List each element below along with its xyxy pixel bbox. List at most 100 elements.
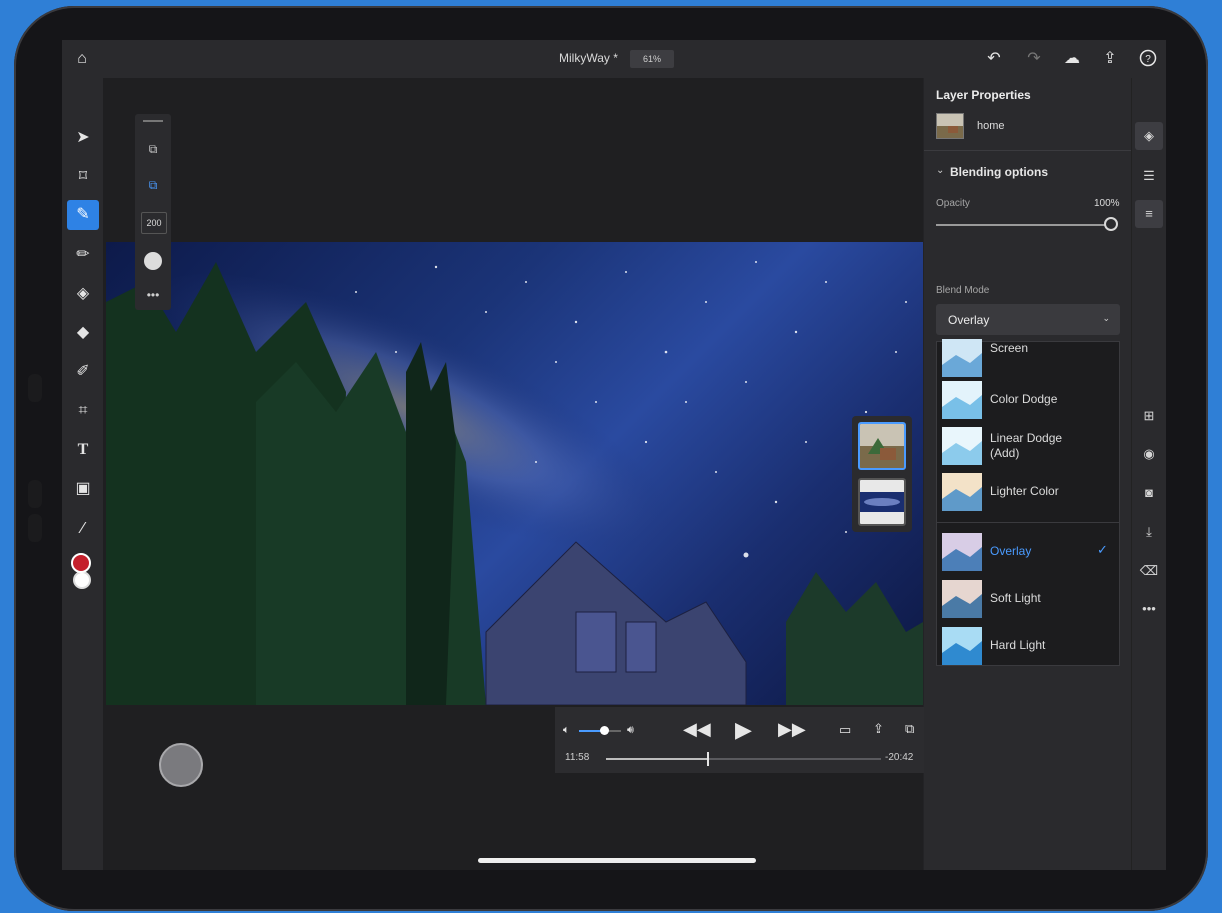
app-screen: ⌂ MilkyWay * 61% ↶ ↷ ☁ ⇪ ? ➤ ⌑ ✎ ✏ ◈ ◆ ✐… — [62, 40, 1166, 870]
blend-mode-label: Blend Mode — [936, 285, 990, 296]
volume-high-icon[interactable]: 🔊︎ — [627, 724, 634, 737]
checkmark-icon: ✓ — [1097, 542, 1108, 557]
visibility-icon[interactable]: ◉ — [1135, 440, 1163, 468]
document-title: MilkyWay * — [559, 51, 618, 65]
blend-option-label: Screen — [990, 341, 1029, 355]
fast-forward-icon[interactable]: ▶▶ — [778, 719, 806, 740]
blend-mode-value: Overlay — [948, 313, 990, 327]
zoom-level[interactable]: 61% — [630, 50, 674, 68]
eraser-icon[interactable]: ◈ — [67, 279, 99, 309]
blend-option-lighter-color[interactable]: Lighter Color — [937, 470, 1119, 514]
panel-grip — [143, 120, 163, 122]
foreground-color-swatch[interactable] — [71, 553, 91, 573]
blend-preview — [942, 339, 982, 377]
brush-size-value[interactable]: 200 — [141, 212, 167, 234]
subtract-selection-icon[interactable]: ⧉ — [142, 174, 164, 196]
brush-hardness-icon[interactable] — [144, 252, 162, 270]
blend-preview — [942, 580, 982, 618]
blend-option-screen[interactable]: Screen — [937, 336, 1119, 380]
scrub-progress — [606, 758, 708, 760]
blend-option-linear-dodge[interactable]: Linear Dodge (Add) — [937, 424, 1119, 468]
blend-option-label: Soft Light — [990, 591, 1041, 605]
canvas-image[interactable] — [106, 242, 923, 705]
layer-stack — [852, 416, 912, 532]
share-video-icon[interactable]: ⇪ — [873, 721, 884, 737]
brush-icon[interactable]: ✏ — [67, 240, 99, 270]
volume-low-icon[interactable]: 🔈︎ — [563, 724, 570, 737]
layer-name: home — [977, 120, 1005, 132]
blend-option-hard-light[interactable]: Hard Light — [937, 624, 1119, 668]
quick-selection-icon[interactable]: ✎ — [67, 200, 99, 230]
scrub-bar[interactable] — [606, 752, 881, 766]
opacity-slider[interactable] — [936, 224, 1106, 226]
blend-preview — [942, 427, 982, 465]
blend-option-label: Hard Light — [990, 638, 1046, 652]
undo-icon[interactable]: ↶ — [984, 49, 1004, 69]
select-icon[interactable]: ➤ — [67, 123, 99, 153]
airplay-icon[interactable]: ▭ — [839, 722, 851, 738]
video-controls: 🔈︎ 🔊︎ ◀◀ ▶ ▶▶ ▭ ⇪ ⧉ 11:58 -20:42 — [555, 707, 925, 773]
svg-text:?: ? — [1145, 54, 1151, 65]
layer-details-icon[interactable]: ☰ — [1135, 162, 1163, 190]
add-layer-icon[interactable]: ⊞ — [1135, 402, 1163, 430]
adjustments-icon[interactable]: ≡ — [1135, 200, 1163, 228]
blend-option-label: Color Dodge — [990, 392, 1058, 406]
side-button — [28, 480, 42, 508]
blend-mode-select[interactable]: Overlay ⌄ — [936, 304, 1120, 335]
blending-options-header[interactable]: Blending options — [950, 165, 1048, 179]
blend-option-soft-light[interactable]: Soft Light — [937, 577, 1119, 621]
mask-icon[interactable]: ◙ — [1135, 479, 1163, 507]
chevron-down-icon: ⌄ — [1102, 313, 1110, 323]
opacity-slider-knob[interactable] — [1104, 217, 1118, 231]
redo-icon[interactable]: ↷ — [1024, 49, 1044, 69]
blend-option-label: Linear Dodge (Add) — [990, 431, 1063, 460]
blend-preview — [942, 533, 982, 571]
top-bar: ⌂ MilkyWay * 61% ↶ ↷ ☁ ⇪ ? — [62, 40, 1166, 78]
layer-thumbnail-home[interactable] — [858, 422, 906, 470]
record-button[interactable] — [159, 743, 203, 787]
layers-icon[interactable]: ◈ — [1135, 122, 1163, 150]
blend-option-label: Lighter Color — [990, 484, 1059, 498]
chevron-down-icon[interactable]: ⌄ — [936, 165, 944, 176]
layer-properties-panel: Layer Properties home ⌄ Blending options… — [924, 78, 1131, 870]
rewind-icon[interactable]: ◀◀ — [683, 719, 711, 740]
blend-preview — [942, 381, 982, 419]
transform-icon[interactable]: ⌑ — [67, 162, 99, 192]
play-icon[interactable]: ▶ — [735, 717, 752, 743]
paint-bucket-icon[interactable]: ◆ — [67, 318, 99, 348]
blend-preview — [942, 627, 982, 665]
pip-icon[interactable]: ⧉ — [905, 721, 914, 737]
home-icon[interactable]: ⌂ — [72, 49, 92, 69]
crop-icon[interactable]: ⌗ — [67, 396, 99, 426]
blend-mode-dropdown: Screen Color Dodge Linear Dodge (Add) Li… — [936, 339, 1120, 668]
more-options-icon[interactable]: ••• — [142, 284, 164, 306]
elapsed-time: 11:58 — [565, 752, 590, 763]
volume-knob[interactable] — [600, 726, 610, 735]
arrange-icon[interactable]: ⤓ — [1135, 518, 1163, 546]
opacity-value: 100% — [1094, 198, 1120, 209]
scrub-handle[interactable] — [706, 752, 709, 766]
type-icon[interactable]: T — [67, 435, 99, 465]
clear-icon[interactable]: ⌫ — [1135, 557, 1163, 585]
eyedropper-icon[interactable]: ⁄ — [67, 514, 99, 544]
blend-option-overlay[interactable]: Overlay ✓ — [937, 530, 1119, 574]
layer-thumbnail[interactable] — [936, 113, 964, 139]
divider — [924, 150, 1131, 151]
layer-thumbnail-milkyway[interactable] — [858, 478, 906, 526]
blend-preview — [942, 473, 982, 511]
image-icon[interactable]: ▣ — [67, 474, 99, 504]
volume-slider[interactable] — [579, 726, 621, 735]
cloud-icon[interactable]: ☁ — [1062, 49, 1082, 69]
remaining-time: -20:42 — [885, 752, 914, 763]
help-icon[interactable]: ? — [1138, 49, 1158, 69]
add-selection-icon[interactable]: ⧉ — [142, 138, 164, 160]
healing-icon[interactable]: ✐ — [67, 357, 99, 387]
more-icon[interactable]: ••• — [1135, 595, 1163, 623]
tool-bar: ➤ ⌑ ✎ ✏ ◈ ◆ ✐ ⌗ T ▣ ⁄ — [62, 78, 103, 870]
home-indicator[interactable] — [478, 858, 756, 863]
blend-option-label: Overlay — [990, 544, 1032, 558]
blend-option-color-dodge[interactable]: Color Dodge — [937, 378, 1119, 422]
share-icon[interactable]: ⇪ — [1100, 49, 1120, 69]
side-button — [28, 514, 42, 542]
background-color-swatch[interactable] — [73, 571, 91, 589]
